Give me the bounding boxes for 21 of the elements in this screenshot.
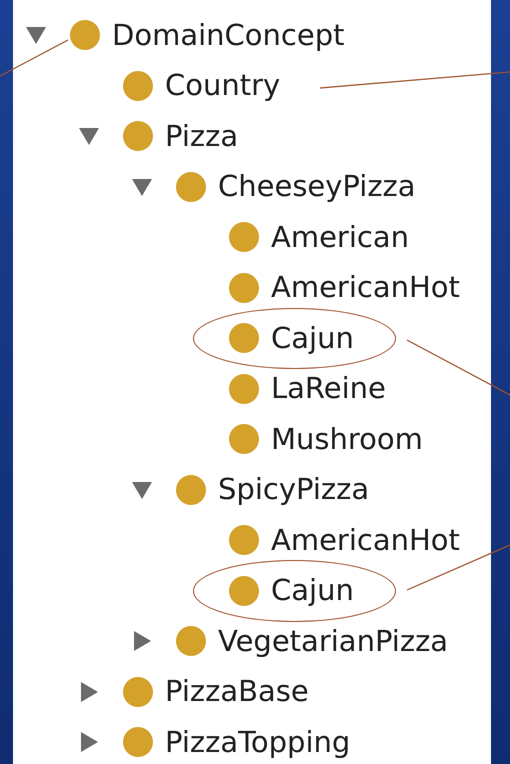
- class-label[interactable]: LaReine: [271, 367, 386, 410]
- class-label[interactable]: DomainConcept: [112, 14, 344, 57]
- class-label[interactable]: SpicyPizza: [218, 468, 370, 512]
- class-label[interactable]: Cajun: [271, 569, 354, 612]
- class-label[interactable]: American: [271, 216, 410, 259]
- class-label[interactable]: AmericanHot: [271, 518, 460, 562]
- class-label[interactable]: CheeseyPizza: [218, 165, 416, 208]
- class-label[interactable]: Pizza: [165, 114, 238, 158]
- class-label[interactable]: Mushroom: [271, 418, 423, 461]
- collapsed-triangle-icon[interactable]: [78, 680, 100, 703]
- expanded-triangle-icon[interactable]: [78, 125, 100, 148]
- expanded-triangle-icon[interactable]: [25, 24, 47, 46]
- class-label[interactable]: Cajun: [271, 316, 354, 360]
- class-label[interactable]: PizzaBase: [165, 670, 309, 714]
- class-label[interactable]: AmericanHot: [271, 266, 460, 310]
- leader-line: [0, 39, 68, 77]
- class-label[interactable]: Country: [165, 64, 280, 108]
- class-label[interactable]: VegetarianPizza: [218, 620, 448, 663]
- class-label[interactable]: PizzaTopping: [165, 720, 350, 764]
- collapsed-triangle-icon[interactable]: [131, 630, 153, 652]
- collapsed-triangle-icon[interactable]: [78, 731, 100, 754]
